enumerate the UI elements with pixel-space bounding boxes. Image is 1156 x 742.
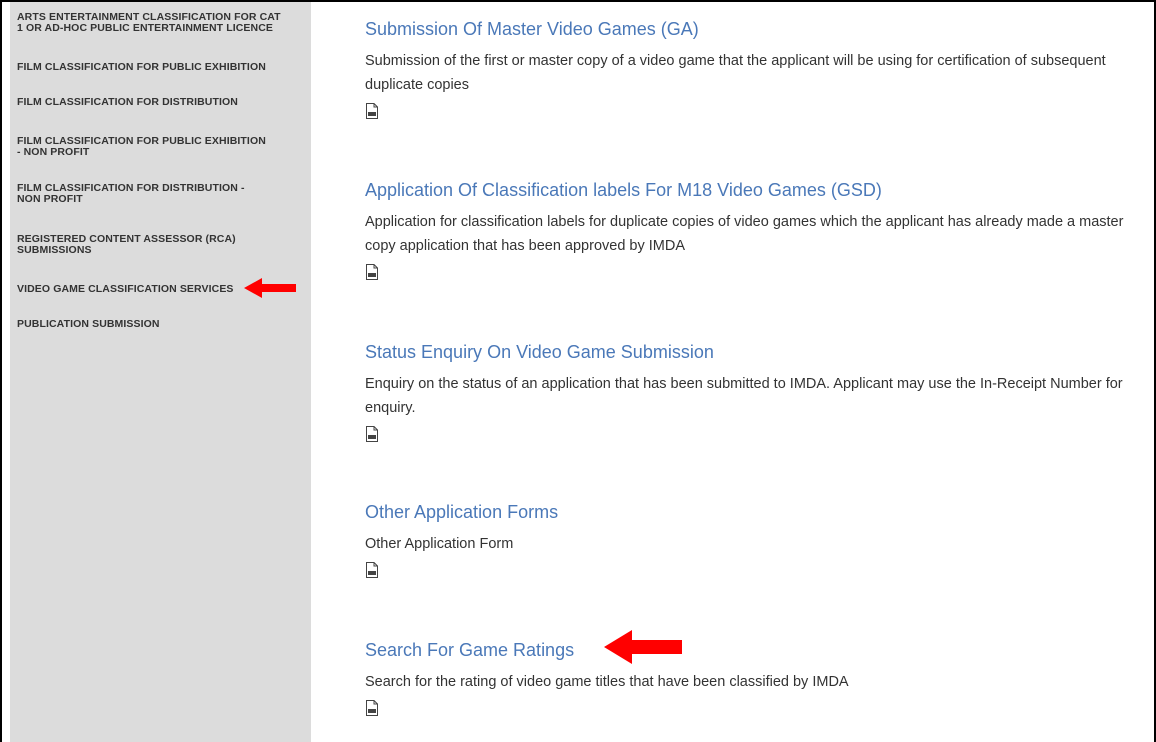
sidebar-item-arts-entertainment[interactable]: ARTS ENTERTAINMENT CLASSIFICATION FOR CA… [17,12,307,34]
sidebar-item-label: FILM CLASSIFICATION FOR PUBLIC EXHIBITIO… [17,61,266,73]
entry-description: Submission of the first or master copy o… [365,53,1106,93]
pdf-file-icon[interactable] [365,562,379,578]
pdf-file-icon[interactable] [365,700,379,716]
entry-description: Search for the rating of video game titl… [365,674,849,690]
sidebar-item-film-public-exhibition-non-profit[interactable]: FILM CLASSIFICATION FOR PUBLIC EXHIBITIO… [17,136,307,158]
entry-description: Application for classification labels fo… [365,214,1124,254]
sidebar: ARTS ENTERTAINMENT CLASSIFICATION FOR CA… [10,2,311,742]
entry-title-link[interactable]: Search For Game Ratings [365,638,574,662]
sidebar-item-label: NON PROFIT [17,193,83,205]
entry-title-link[interactable]: Status Enquiry On Video Game Submission [365,340,714,364]
sidebar-item-label: SUBMISSIONS [17,244,92,256]
entry-title-link[interactable]: Application Of Classification labels For… [365,178,882,202]
sidebar-item-rca-submissions[interactable]: REGISTERED CONTENT ASSESSOR (RCA) SUBMIS… [17,234,307,256]
entry-status-enquiry: Status Enquiry On Video Game Submission … [365,340,1145,442]
entry-description: Enquiry on the status of an application … [365,376,1123,416]
entry-master-video-games: Submission Of Master Video Games (GA) Su… [365,17,1145,119]
sidebar-item-publication-submission[interactable]: PUBLICATION SUBMISSION [17,319,307,330]
entry-description: Other Application Form [365,536,514,552]
sidebar-item-label: FILM CLASSIFICATION FOR DISTRIBUTION [17,96,238,108]
sidebar-item-film-public-exhibition[interactable]: FILM CLASSIFICATION FOR PUBLIC EXHIBITIO… [17,62,307,73]
entry-other-application-forms: Other Application Forms Other Applicatio… [365,500,1145,578]
sidebar-item-film-distribution-non-profit[interactable]: FILM CLASSIFICATION FOR DISTRIBUTION - N… [17,183,307,205]
red-arrow-left-icon [244,278,296,298]
entry-title-link[interactable]: Other Application Forms [365,500,558,524]
entry-search-game-ratings: Search For Game Ratings Search for the r… [365,638,1145,716]
pdf-file-icon[interactable] [365,426,379,442]
sidebar-item-film-distribution[interactable]: FILM CLASSIFICATION FOR DISTRIBUTION [17,97,307,108]
sidebar-item-label: - NON PROFIT [17,146,90,158]
entry-classification-labels-m18: Application Of Classification labels For… [365,178,1145,280]
entry-title-link[interactable]: Submission Of Master Video Games (GA) [365,17,699,41]
pdf-file-icon[interactable] [365,103,379,119]
red-arrow-left-icon [604,630,682,664]
pdf-file-icon[interactable] [365,264,379,280]
sidebar-item-label: PUBLICATION SUBMISSION [17,318,160,330]
sidebar-item-label: 1 OR AD-HOC PUBLIC ENTERTAINMENT LICENCE [17,22,273,34]
